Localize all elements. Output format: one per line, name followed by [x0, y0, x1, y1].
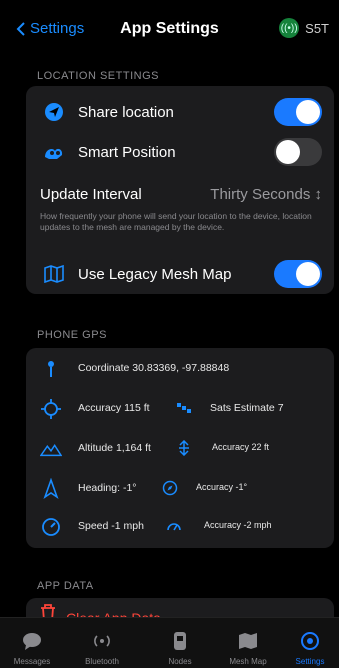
- share-location-row: Share location: [26, 94, 334, 130]
- gps-heading-row: Heading: -1° Accuracy -1°: [26, 470, 334, 508]
- gps-sats: Sats Estimate 7: [210, 402, 284, 414]
- gps-altitude-row: Altitude 1,164 ft Accuracy 22 ft: [26, 430, 334, 468]
- altitude-accuracy-icon: [179, 440, 189, 456]
- share-location-label: Share location: [78, 103, 174, 121]
- gps-altitude: Altitude 1,164 ft: [78, 442, 151, 454]
- map-icon: [43, 263, 65, 285]
- smart-position-icon: [43, 141, 65, 163]
- tab-settings-label: Settings: [295, 657, 325, 666]
- gear-icon: [301, 632, 319, 650]
- gps-speed: Speed -1 mph: [78, 520, 144, 532]
- gps-coordinate-row: Coordinate 30.83369, -97.88848: [26, 350, 334, 388]
- pin-icon: [48, 361, 54, 377]
- mountain-icon: [40, 443, 62, 457]
- speedometer-icon: [42, 518, 60, 536]
- legacy-map-toggle[interactable]: [274, 260, 322, 288]
- tab-messages[interactable]: Messages: [2, 631, 62, 666]
- update-interval-label: Update Interval: [40, 186, 142, 203]
- tab-bluetooth-label: Bluetooth: [85, 657, 119, 666]
- connected-node[interactable]: ((•)) S5T: [279, 18, 329, 38]
- update-interval-value: Thirty Seconds: [210, 186, 311, 203]
- chat-bubble-icon: [23, 633, 41, 650]
- chevron-up-down-icon: ↕: [314, 186, 323, 203]
- tab-mesh-map-label: Mesh Map: [229, 657, 267, 666]
- speed-accuracy-icon: [167, 523, 181, 531]
- legacy-map-row: Use Legacy Mesh Map: [26, 256, 334, 292]
- tab-bar: Messages Bluetooth Nodes Mesh Map Settin…: [0, 617, 339, 668]
- nav-bar: Settings App Settings ((•)) S5T: [0, 0, 339, 64]
- gps-accuracy: Accuracy 115 ft: [78, 402, 150, 414]
- location-arrow-icon: [43, 101, 65, 123]
- gps-accuracy-row: Accuracy 115 ft Sats Estimate 7: [26, 390, 334, 428]
- location-settings-card: Share location Smart Position Update Int…: [26, 86, 334, 294]
- gps-speed-accuracy: Accuracy -2 mph: [204, 520, 272, 530]
- compass-icon: [162, 480, 178, 496]
- gps-heading-accuracy: Accuracy -1°: [196, 482, 248, 492]
- section-title-gps: PHONE GPS: [37, 329, 107, 341]
- legacy-map-label: Use Legacy Mesh Map: [78, 265, 232, 283]
- update-interval-picker[interactable]: Thirty Seconds ↕: [210, 186, 322, 203]
- smart-position-row: Smart Position: [26, 134, 334, 170]
- share-location-toggle[interactable]: [274, 98, 322, 126]
- satellite-icon: [177, 403, 191, 413]
- node-antenna-icon: ((•)): [279, 18, 300, 38]
- tab-nodes[interactable]: Nodes: [150, 631, 210, 666]
- smart-position-toggle[interactable]: [274, 138, 322, 166]
- tab-bluetooth[interactable]: Bluetooth: [72, 631, 132, 666]
- map-tab-icon: [239, 633, 257, 649]
- gps-altitude-accuracy: Accuracy 22 ft: [212, 442, 270, 452]
- phone-gps-card: Coordinate 30.83369, -97.88848 Accuracy …: [26, 348, 334, 548]
- heading-arrow-icon: [43, 478, 59, 499]
- tab-settings[interactable]: Settings: [280, 631, 339, 666]
- tab-messages-label: Messages: [13, 657, 51, 666]
- gps-coordinate: Coordinate 30.83369, -97.88848: [78, 362, 230, 374]
- update-interval-hint: How frequently your phone will send your…: [40, 211, 312, 232]
- node-name: S5T: [305, 20, 329, 36]
- crosshair-icon: [41, 399, 61, 419]
- section-title-location: LOCATION SETTINGS: [37, 70, 159, 82]
- antenna-icon: [94, 635, 110, 647]
- smart-position-label: Smart Position: [78, 143, 176, 161]
- tab-nodes-label: Nodes: [168, 657, 192, 666]
- gps-heading: Heading: -1°: [78, 482, 137, 494]
- nodes-icon: [174, 632, 186, 650]
- tab-mesh-map[interactable]: Mesh Map: [218, 631, 278, 666]
- gps-speed-row: Speed -1 mph Accuracy -2 mph: [26, 508, 334, 546]
- section-title-app-data: APP DATA: [37, 580, 94, 592]
